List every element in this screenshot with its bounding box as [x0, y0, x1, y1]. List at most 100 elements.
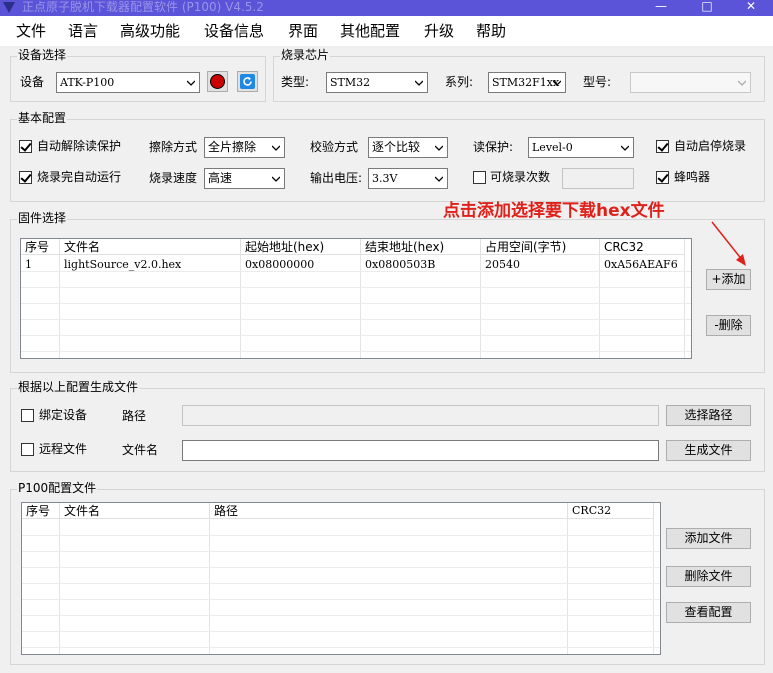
app-icon: [3, 2, 15, 13]
column-header[interactable]: 序号: [22, 503, 60, 519]
column-header[interactable]: 结束地址(hex): [361, 239, 481, 255]
annotation-text: 点击添加选择要下载hex文件: [443, 201, 665, 221]
menu-other-config[interactable]: 其他配置: [340, 21, 400, 41]
voltage-label: 输出电压:: [310, 171, 363, 185]
table-cell: 1: [25, 258, 32, 271]
add-firmware-button[interactable]: +添加: [706, 269, 751, 290]
basic-config-title: 基本配置: [17, 111, 68, 125]
remote-file-label: 远程文件: [39, 442, 88, 456]
buzzer-label: 蜂鸣器: [674, 170, 711, 184]
record-icon: [210, 74, 225, 89]
basic-config-group: [10, 119, 765, 202]
chip-model-combo[interactable]: [630, 72, 751, 93]
generate-file-button[interactable]: 生成文件: [666, 440, 751, 461]
add-file-button[interactable]: 添加文件: [666, 528, 751, 549]
chevron-down-icon: [272, 145, 280, 151]
chip-type-label: 类型:: [281, 75, 310, 89]
device-label: 设备: [20, 75, 45, 89]
voltage-combo[interactable]: 3.3V: [368, 168, 448, 189]
voltage-value: 3.3V: [372, 172, 398, 185]
read-protect-label: 读保护:: [473, 140, 514, 154]
auto-start-checkbox[interactable]: [656, 140, 669, 153]
path-field[interactable]: [182, 405, 659, 426]
chip-type-value: STM32: [330, 76, 371, 89]
table-cell: 0x08000000: [245, 258, 315, 271]
record-button[interactable]: [207, 71, 228, 92]
p100-table: 序号 文件名 路径 CRC32: [21, 502, 661, 655]
chip-series-combo[interactable]: STM32F1xx: [488, 72, 566, 93]
filename-field[interactable]: [182, 440, 659, 461]
chevron-down-icon: [435, 145, 443, 151]
path-label: 路径: [122, 409, 147, 423]
auto-start-label: 自动启停烧录: [674, 139, 747, 153]
menu-device-info[interactable]: 设备信息: [204, 21, 264, 41]
column-header[interactable]: 路径: [210, 503, 568, 519]
view-config-button[interactable]: 查看配置: [666, 602, 751, 623]
auto-unlock-checkbox[interactable]: [19, 140, 32, 153]
verify-combo[interactable]: 逐个比较: [368, 137, 448, 158]
firmware-title: 固件选择: [17, 211, 68, 225]
refresh-icon: [240, 74, 255, 89]
column-header[interactable]: 文件名: [60, 503, 210, 519]
delete-file-button[interactable]: 删除文件: [666, 566, 751, 587]
chevron-down-icon: [621, 145, 629, 151]
menu-bar: 文件 语言 高级功能 设备信息 界面 其他配置 升级 帮助: [0, 16, 773, 46]
burn-count-field[interactable]: [562, 168, 634, 189]
column-header[interactable]: 序号: [21, 239, 60, 255]
maximize-button[interactable]: □: [700, 0, 714, 14]
table-cell: 20540: [485, 258, 520, 271]
auto-unlock-label: 自动解除读保护: [37, 139, 122, 153]
generate-title: 根据以上配置生成文件: [17, 380, 140, 394]
table-cell: 0xA56AEAF6: [604, 258, 678, 271]
refresh-button[interactable]: [237, 71, 258, 92]
chevron-down-icon: [435, 176, 443, 182]
column-header[interactable]: CRC32: [568, 503, 654, 519]
chip-title: 烧录芯片: [280, 48, 331, 62]
window-title: 正点原子脱机下载器配置软件 (P100) V4.5.2: [22, 0, 264, 14]
chevron-down-icon: [187, 80, 195, 86]
annotation-arrow-icon: [711, 221, 746, 266]
verify-value: 逐个比较: [372, 140, 421, 154]
speed-value: 高速: [208, 171, 233, 185]
column-header[interactable]: 起始地址(hex): [241, 239, 361, 255]
burn-count-checkbox[interactable]: [473, 171, 486, 184]
bind-device-checkbox[interactable]: [21, 409, 34, 422]
column-header[interactable]: 占用空间(字节): [481, 239, 600, 255]
firmware-table: 序号 文件名 起始地址(hex) 结束地址(hex) 占用空间(字节) CRC3…: [20, 238, 692, 359]
chevron-down-icon: [272, 176, 280, 182]
delete-firmware-button[interactable]: -删除: [706, 315, 751, 336]
p100-config-title: P100配置文件: [17, 481, 98, 495]
speed-combo[interactable]: 高速: [204, 168, 285, 189]
read-protect-combo[interactable]: Level-0: [528, 137, 634, 158]
close-button[interactable]: ✕: [744, 0, 758, 14]
device-select-title: 设备选择: [17, 48, 68, 62]
chevron-down-icon: [553, 80, 561, 86]
menu-help[interactable]: 帮助: [476, 21, 506, 41]
auto-run-checkbox[interactable]: [19, 171, 32, 184]
chip-series-label: 系列:: [445, 75, 474, 89]
column-header[interactable]: 文件名: [60, 239, 241, 255]
erase-combo[interactable]: 全片擦除: [204, 137, 285, 158]
table-row[interactable]: 1 lightSource_v2.0.hex 0x08000000 0x0800…: [21, 257, 685, 273]
verify-label: 校验方式: [310, 140, 359, 154]
menu-advanced[interactable]: 高级功能: [120, 21, 180, 41]
chip-type-combo[interactable]: STM32: [326, 72, 428, 93]
choose-path-button[interactable]: 选择路径: [666, 405, 751, 426]
burn-count-label: 可烧录次数: [490, 170, 551, 184]
column-header[interactable]: CRC32: [600, 239, 685, 255]
speed-label: 烧录速度: [149, 171, 198, 185]
menu-language[interactable]: 语言: [68, 21, 98, 41]
auto-run-label: 烧录完自动运行: [37, 170, 122, 184]
menu-interface[interactable]: 界面: [288, 21, 318, 41]
erase-value: 全片擦除: [208, 140, 257, 154]
chip-series-value: STM32F1xx: [492, 76, 560, 89]
buzzer-checkbox[interactable]: [656, 171, 669, 184]
remote-file-checkbox[interactable]: [21, 443, 34, 456]
menu-file[interactable]: 文件: [16, 21, 46, 41]
menu-upgrade[interactable]: 升级: [424, 21, 454, 41]
title-bar: 正点原子脱机下载器配置软件 (P100) V4.5.2 — □ ✕: [0, 0, 773, 16]
minimize-button[interactable]: —: [655, 0, 667, 14]
chip-model-label: 型号:: [583, 75, 612, 89]
table-cell: 0x0800503B: [365, 258, 436, 271]
device-combo[interactable]: ATK-P100: [56, 72, 200, 93]
